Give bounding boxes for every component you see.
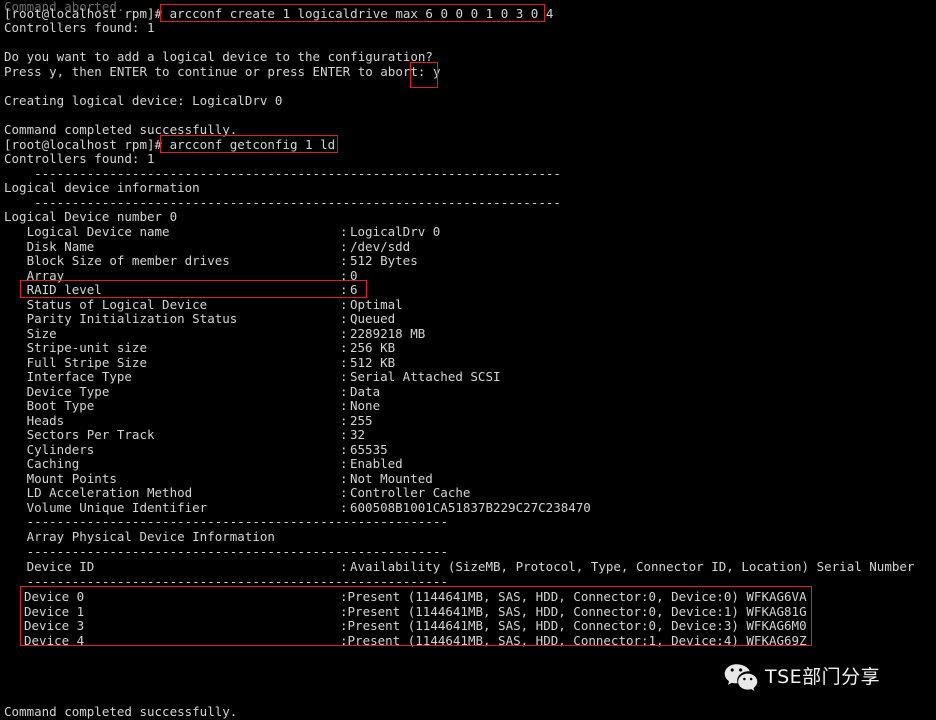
device-id: Device 0 [24,589,85,604]
property-separator: : [340,604,348,619]
terminal-line: Logical Device number 0 [4,209,178,224]
terminal-line: Logical device information [4,180,200,195]
property-separator: : [340,282,348,297]
wechat-watermark-label: TSE部门分享 [765,665,881,688]
property-value: 255 [350,413,373,428]
device-id: Device 3 [24,618,85,633]
property-value: None [350,398,381,413]
property-separator: : [340,633,348,648]
property-value: Controller Cache [350,485,471,500]
property-separator: : [340,559,348,574]
device-availability: Present (1144641MB, SAS, HDD, Connector:… [347,618,807,633]
wechat-watermark: TSE部门分享 [724,663,880,691]
property-separator: : [340,340,348,355]
property-value: 2289218 MB [350,326,426,341]
property-key: Parity Initialization Status [4,311,238,326]
property-key: RAID level [4,282,102,297]
property-value: 65535 [350,442,388,457]
property-row: Parity Initialization Status: Queued [4,311,396,327]
property-key: Stripe-unit size [4,340,147,355]
property-value: 256 KB [350,340,396,355]
property-key: Caching [4,456,80,471]
property-row: Stripe-unit size:256 KB [4,340,396,356]
property-separator: : [340,618,348,633]
property-key: LD Acceleration Method [4,485,193,500]
device-row: Device 0:Present (1144641MB, SAS, HDD, C… [24,589,807,605]
property-value: Serial Attached SCSI [350,369,501,384]
device-row: Device 4:Present (1144641MB, SAS, HDD, C… [24,633,807,649]
property-row: RAID level:6 [4,282,358,298]
terminal-line: Do you want to add a logical device to t… [4,49,433,64]
section-title: Array Physical Device Information [4,529,275,544]
property-separator: : [340,369,348,384]
property-key: Block Size of member drives [4,253,230,268]
property-value: Enabled [350,456,403,471]
device-id: Device 4 [24,633,85,648]
property-separator: : [340,224,348,239]
wechat-icon [724,663,758,691]
property-value: Data [350,384,381,399]
device-availability: Present (1144641MB, SAS, HDD, Connector:… [347,633,807,648]
property-key: Interface Type [4,369,132,384]
device-row: Device 3:Present (1144641MB, SAS, HDD, C… [24,618,807,634]
property-row: Block Size of member drives:512 Bytes [4,253,418,269]
property-value: 0 [350,268,358,283]
property-row: Sectors Per Track:32 [4,427,366,443]
section-rule: ----------------------------------------… [4,574,449,589]
device-table-header-availability: Availability (SizeMB, Protocol, Type, Co… [350,559,915,574]
terminal-line: Press y, then ENTER to continue or press… [4,64,441,79]
property-separator: : [340,427,348,442]
property-value: 512 KB [350,355,396,370]
property-separator: : [340,398,348,413]
terminal-line: Controllers found: 1 [4,20,155,35]
terminal-line: Creating logical device: LogicalDrv 0 [4,93,283,108]
device-table-header-id: Device ID [4,559,95,574]
property-row: Logical Device name: LogicalDrv 0 [4,224,441,240]
property-value: 32 [350,427,366,442]
property-value: 512 Bytes [350,253,418,268]
property-value: LogicalDrv 0 [350,224,441,239]
property-value: Optimal [350,297,403,312]
property-value: 600508B1001CA51837B229C27C238470 [350,500,591,515]
section-rule: ----------------------------------------… [4,514,449,529]
device-table-header: Device ID: Availability (SizeMB, Protocol… [4,559,915,575]
property-row: LD Acceleration Method: Controller Cache [4,485,471,501]
device-availability: Present (1144641MB, SAS, HDD, Connector:… [347,604,807,619]
terminal-line: Controllers found: 1 [4,151,155,166]
property-separator: : [340,253,348,268]
property-value: /dev/sdd [350,239,411,254]
property-value: Queued [350,311,396,326]
property-separator: : [340,589,348,604]
property-key: Logical Device name [4,224,170,239]
property-key: Boot Type [4,398,95,413]
terminal-window[interactable]: Command aborted. [root@localhost rpm]# ar… [0,0,936,720]
section-rule: ----------------------------------------… [4,544,449,559]
final-status-line: Command completed successfully. [4,704,238,719]
property-value: Not Mounted [350,471,433,486]
property-row: Interface Type: Serial Attached SCSI [4,369,501,385]
property-value: 6 [350,282,358,297]
property-row: Caching: Enabled [4,456,403,472]
property-key: Sectors Per Track [4,427,155,442]
property-separator: : [340,485,348,500]
device-availability: Present (1144641MB, SAS, HDD, Connector:… [347,589,807,604]
property-separator: : [340,311,348,326]
terminal-line: Command completed successfully. [4,122,238,137]
property-row: Boot Type: None [4,398,381,414]
property-separator: : [340,456,348,471]
